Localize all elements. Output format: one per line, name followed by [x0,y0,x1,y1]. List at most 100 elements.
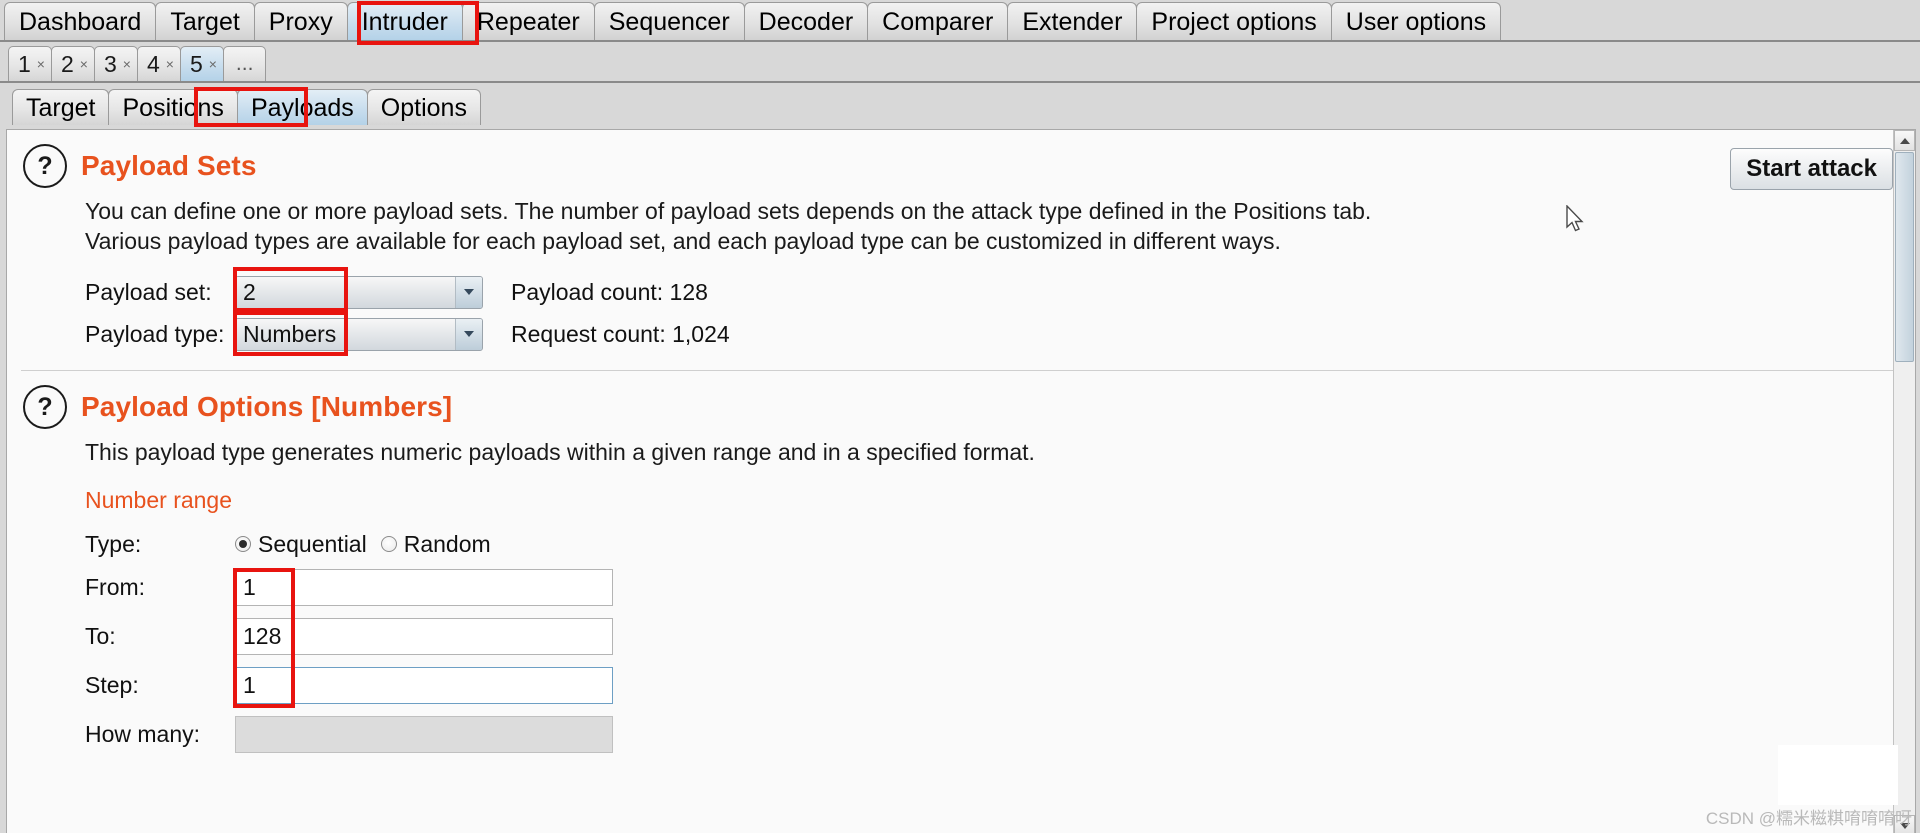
payload-sets-description-line1: You can define one or more payload sets.… [85,198,1372,224]
radio-button-icon[interactable] [380,536,397,552]
main-tab-comparer[interactable]: Comparer [867,2,1009,40]
attack-tab-label: 3 [103,50,117,77]
payload-count-text: Payload count: 128 [511,278,708,305]
sub-tab-positions[interactable]: Positions [108,89,238,125]
main-tab-project-options[interactable]: Project options [1136,2,1332,40]
from-label: From: [85,574,146,600]
sub-tab-payloads[interactable]: Payloads [236,89,368,125]
scroll-up-button[interactable] [1894,130,1915,151]
number-type-row: Type: Sequential Random [85,524,1895,564]
main-tab-label: Extender [1022,8,1123,36]
close-icon[interactable]: × [166,57,174,71]
to-value: 128 [243,623,282,649]
from-input[interactable]: 1 [235,569,613,606]
main-tab-proxy[interactable]: Proxy [253,2,348,40]
payload-options-section: ? Payload Options [Numbers] This payload… [7,371,1915,756]
payload-sets-description-line2: Various payload types are available for … [85,228,1281,254]
request-count-text: Request count: 1,024 [511,320,730,347]
payload-options-header: ? Payload Options [Numbers] [23,385,1895,429]
step-row: Step: 1 [85,664,1895,707]
attack-tab-label: ... [235,52,254,75]
main-tab-label: Decoder [758,8,854,36]
sub-tab-options[interactable]: Options [366,89,481,125]
payload-type-row: Payload type: Numbers Request count: 1,0… [85,314,1895,354]
main-tab-label: Project options [1151,8,1317,36]
main-tab-target[interactable]: Target [155,2,255,40]
sub-tab-target[interactable]: Target [12,89,110,125]
step-input[interactable]: 1 [235,667,613,704]
how-many-input[interactable] [235,716,613,753]
payload-type-dropdown[interactable]: Numbers [235,317,483,351]
payload-sets-header: ? Payload Sets [23,144,1895,188]
attack-tab-more[interactable]: ... [222,46,267,81]
main-tab-label: Sequencer [608,8,730,36]
sub-tab-label: Target [26,94,96,122]
main-tab-label: Comparer [882,8,994,36]
main-tab-intruder[interactable]: Intruder [346,2,463,40]
how-many-row: How many: [85,713,1895,756]
main-tab-label: User options [1345,8,1487,36]
vertical-scrollbar[interactable] [1893,130,1915,833]
radio-sequential[interactable]: Sequential [235,531,367,558]
main-tab-bar: Dashboard Target Proxy Intruder Repeater… [0,0,1920,45]
close-icon[interactable]: × [209,57,217,71]
step-label: Step: [85,672,139,698]
chevron-down-icon[interactable] [455,276,482,308]
main-tab-user-options[interactable]: User options [1330,2,1502,40]
scrollbar-thumb[interactable] [1895,152,1914,362]
step-value: 1 [243,672,256,698]
payloads-content-area: Start attack ? Payload Sets You can defi… [0,125,1920,833]
how-many-label: How many: [85,721,201,747]
sub-tab-label: Options [380,94,467,122]
attack-tab-4[interactable]: 4 × [136,46,181,81]
help-icon[interactable]: ? [23,144,67,188]
sub-tab-label: Payloads [250,94,354,122]
main-tab-decoder[interactable]: Decoder [743,2,869,40]
attack-tab-label: 4 [146,50,160,77]
main-tab-sequencer[interactable]: Sequencer [593,2,745,40]
chevron-down-icon[interactable] [455,318,482,350]
number-range-form: Type: Sequential Random From: 1 To: 128 … [85,524,1895,756]
radio-sequential-label: Sequential [258,530,367,557]
attack-tab-bar: 1 × 2 × 3 × 4 × 5 × ... [0,42,1920,83]
main-tab-label: Target [170,8,240,36]
watermark-text: CSDN @糯米糍粸唷唷唷呀 [1705,809,1912,828]
to-input[interactable]: 128 [235,618,613,655]
close-icon[interactable]: × [37,57,45,71]
attack-tab-1[interactable]: 1 × [8,46,52,81]
payload-sets-description: You can define one or more payload sets.… [85,196,1895,256]
payload-sets-title: Payload Sets [81,150,257,181]
radio-random[interactable]: Random [380,530,491,558]
main-tab-label: Intruder [361,8,448,36]
start-attack-label: Start attack [1746,155,1877,182]
payload-set-row: Payload set: 2 Payload count: 128 [85,272,1895,312]
start-attack-button[interactable]: Start attack [1730,148,1893,190]
radio-random-label: Random [403,530,491,557]
attack-tab-label: 2 [60,50,74,77]
radio-button-icon[interactable] [235,536,251,552]
question-mark-glyph: ? [37,392,53,421]
payload-type-label: Payload type: [85,320,225,347]
close-icon[interactable]: × [123,57,131,71]
payload-options-title: Payload Options [Numbers] [81,391,453,422]
close-icon[interactable]: × [80,57,88,71]
payload-set-value: 2 [243,278,256,305]
white-overlay-patch [1778,745,1898,805]
attack-tab-2[interactable]: 2 × [50,46,95,81]
attack-tab-3[interactable]: 3 × [93,46,138,81]
payload-set-dropdown[interactable]: 2 [235,275,483,309]
payload-options-description: This payload type generates numeric payl… [85,437,1895,467]
main-tab-repeater[interactable]: Repeater [461,2,595,40]
main-tab-dashboard[interactable]: Dashboard [4,2,157,40]
attack-tab-5[interactable]: 5 × [179,46,224,81]
main-tab-label: Dashboard [19,8,142,36]
main-tab-label: Proxy [268,8,333,36]
payload-sets-form: Payload set: 2 Payload count: 128 Payloa… [85,267,1895,356]
main-tab-extender[interactable]: Extender [1007,2,1138,40]
question-mark-glyph: ? [37,151,53,180]
payload-sub-tab-bar: Target Positions Payloads Options [0,83,1920,127]
help-icon[interactable]: ? [23,385,67,429]
payloads-panel: Start attack ? Payload Sets You can defi… [6,129,1916,833]
number-range-label: Number range [85,487,233,513]
attack-tab-label: 1 [18,50,31,77]
